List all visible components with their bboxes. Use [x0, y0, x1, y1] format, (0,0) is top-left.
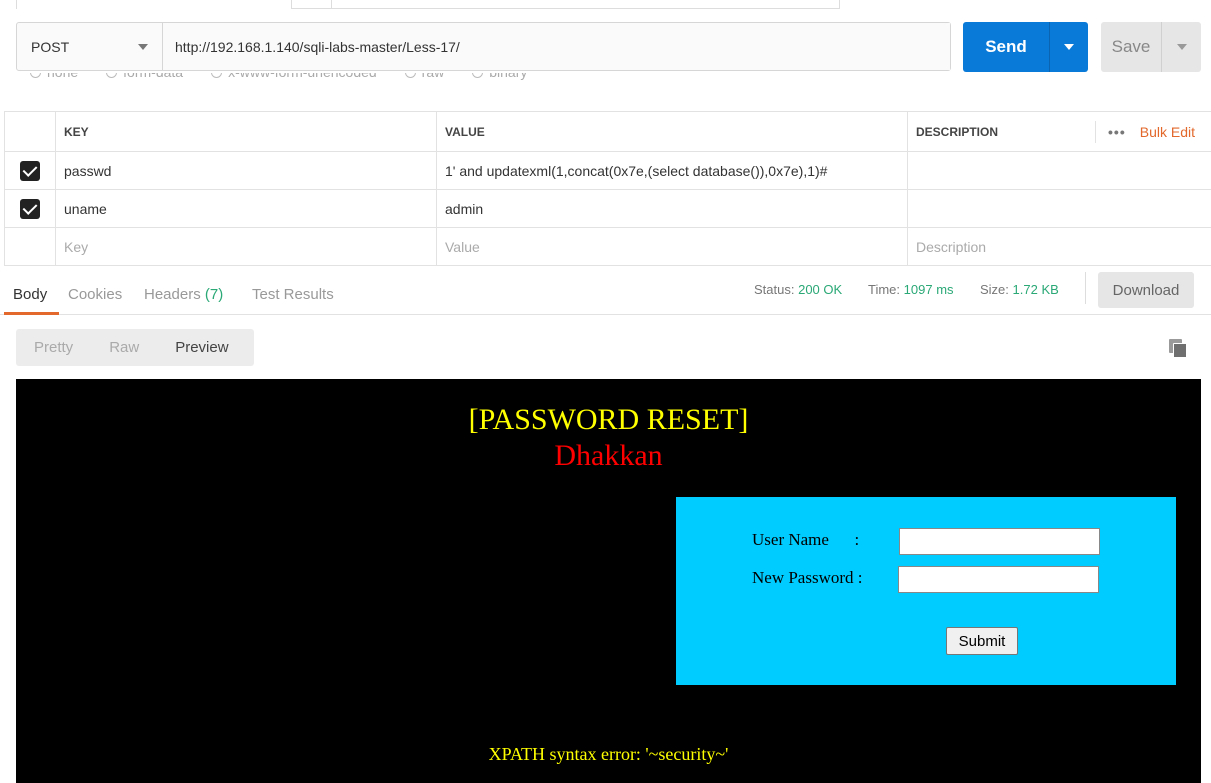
- header-description-cell: DESCRIPTION ••• Bulk Edit: [908, 112, 1211, 151]
- send-dropdown-button[interactable]: [1049, 22, 1088, 72]
- param-value-cell[interactable]: admin: [437, 190, 908, 227]
- url-input[interactable]: http://192.168.1.140/sqli-labs-master/Le…: [163, 23, 950, 70]
- copy-icon[interactable]: [1169, 339, 1187, 358]
- new-description-input[interactable]: Description: [908, 228, 1211, 265]
- size-value: 1.72 KB: [1012, 282, 1059, 297]
- active-tab-underline: [4, 312, 59, 315]
- download-button[interactable]: Download: [1098, 272, 1194, 308]
- new-password-input[interactable]: [898, 566, 1099, 593]
- body-type-raw[interactable]: raw: [404, 73, 444, 80]
- tab-test-results[interactable]: Test Results: [252, 286, 334, 303]
- tab-headers[interactable]: Headers (7): [144, 286, 223, 303]
- preview-title: [PASSWORD RESET]: [468, 403, 749, 436]
- new-key-input[interactable]: Key: [56, 228, 437, 265]
- more-options-icon[interactable]: •••: [1095, 120, 1126, 143]
- radio-icon: [472, 73, 484, 78]
- save-button-group: Save: [1101, 22, 1201, 72]
- table-row-new: Key Value Description: [4, 228, 1211, 266]
- param-key-cell[interactable]: passwd: [56, 152, 437, 189]
- table-row: uname admin: [4, 190, 1211, 228]
- status-label: Status:: [754, 282, 795, 297]
- checkbox-checked-icon[interactable]: [20, 160, 40, 181]
- param-description-cell[interactable]: [908, 152, 1211, 189]
- tab-body[interactable]: Body: [13, 286, 47, 303]
- password-reset-form: User Name : New Password : Submit: [676, 497, 1176, 685]
- xpath-error-message: XPATH syntax error: '~security~': [488, 744, 729, 764]
- body-type-radios: none form-data x-www-form-urlencoded raw…: [30, 73, 730, 87]
- divider: [1085, 272, 1086, 304]
- send-button[interactable]: Send: [963, 22, 1049, 72]
- username-label: User Name :: [752, 530, 860, 549]
- radio-icon: [30, 73, 41, 78]
- new-password-label: New Password :: [752, 568, 863, 587]
- time-label: Time:: [868, 282, 901, 297]
- view-mode-pretty[interactable]: Pretty: [16, 339, 91, 356]
- row-checkbox-cell: [4, 190, 56, 227]
- table-row: passwd 1' and updatexml(1,concat(0x7e,(s…: [4, 152, 1211, 190]
- header-description: DESCRIPTION: [916, 124, 999, 139]
- method-select[interactable]: POST: [17, 23, 163, 70]
- chevron-down-icon: [138, 44, 148, 50]
- param-description-cell[interactable]: [908, 190, 1211, 227]
- chevron-down-icon: [1064, 44, 1074, 50]
- body-type-binary[interactable]: binary: [472, 73, 527, 80]
- size-readout: Size: 1.72 KB: [980, 282, 1059, 297]
- username-input[interactable]: [899, 528, 1100, 555]
- request-tab[interactable]: [292, 0, 332, 9]
- send-button-group: Send: [963, 22, 1088, 72]
- header-value: VALUE: [437, 112, 908, 151]
- param-key-cell[interactable]: uname: [56, 190, 437, 227]
- radio-icon: [404, 73, 416, 78]
- time-value: 1097 ms: [903, 282, 954, 297]
- row-checkbox-cell: [4, 228, 56, 265]
- tab-headers-label: Headers: [144, 286, 201, 303]
- new-value-input[interactable]: Value: [437, 228, 908, 265]
- request-tab[interactable]: [332, 0, 840, 9]
- chevron-down-icon: [1177, 44, 1187, 50]
- radio-icon: [106, 73, 118, 78]
- time-readout: Time: 1097 ms: [868, 282, 954, 297]
- response-tabs: Body Cookies Headers (7) Test Results St…: [0, 272, 1211, 315]
- body-type-form-data[interactable]: form-data: [106, 73, 183, 80]
- params-table: KEY VALUE DESCRIPTION ••• Bulk Edit pass…: [4, 111, 1211, 266]
- status-readout: Status: 200 OK: [754, 282, 842, 297]
- save-button[interactable]: Save: [1101, 22, 1161, 72]
- status-value: 200 OK: [798, 282, 843, 297]
- body-type-urlencoded[interactable]: x-www-form-urlencoded: [211, 73, 377, 80]
- table-header: KEY VALUE DESCRIPTION ••• Bulk Edit: [4, 112, 1211, 152]
- save-dropdown-button[interactable]: [1161, 22, 1201, 72]
- view-mode-selector: Pretty Raw Preview: [16, 329, 254, 366]
- checkbox-checked-icon[interactable]: [20, 198, 40, 219]
- header-key: KEY: [56, 112, 437, 151]
- url-text: http://192.168.1.140/sqli-labs-master/Le…: [175, 38, 460, 55]
- header-checkbox-cell: [4, 112, 56, 151]
- request-tab-active[interactable]: [16, 0, 292, 9]
- headers-count-badge: (7): [204, 286, 224, 303]
- row-checkbox-cell: [4, 152, 56, 189]
- tab-cookies[interactable]: Cookies: [68, 286, 122, 303]
- tab-strip: [0, 0, 1211, 9]
- response-preview: [PASSWORD RESET] Dhakkan User Name : New…: [16, 379, 1201, 783]
- view-mode-preview[interactable]: Preview: [157, 339, 246, 356]
- preview-subtitle: Dhakkan: [554, 439, 663, 472]
- method-label: POST: [31, 38, 70, 55]
- request-bar: POST http://192.168.1.140/sqli-labs-mast…: [16, 22, 951, 71]
- view-mode-raw[interactable]: Raw: [91, 339, 157, 356]
- radio-icon: [211, 73, 223, 78]
- submit-button[interactable]: Submit: [946, 627, 1018, 655]
- size-label: Size:: [980, 282, 1009, 297]
- body-type-none[interactable]: none: [30, 73, 78, 80]
- param-value-cell[interactable]: 1' and updatexml(1,concat(0x7e,(select d…: [437, 152, 908, 189]
- bulk-edit-link[interactable]: Bulk Edit: [1140, 124, 1195, 140]
